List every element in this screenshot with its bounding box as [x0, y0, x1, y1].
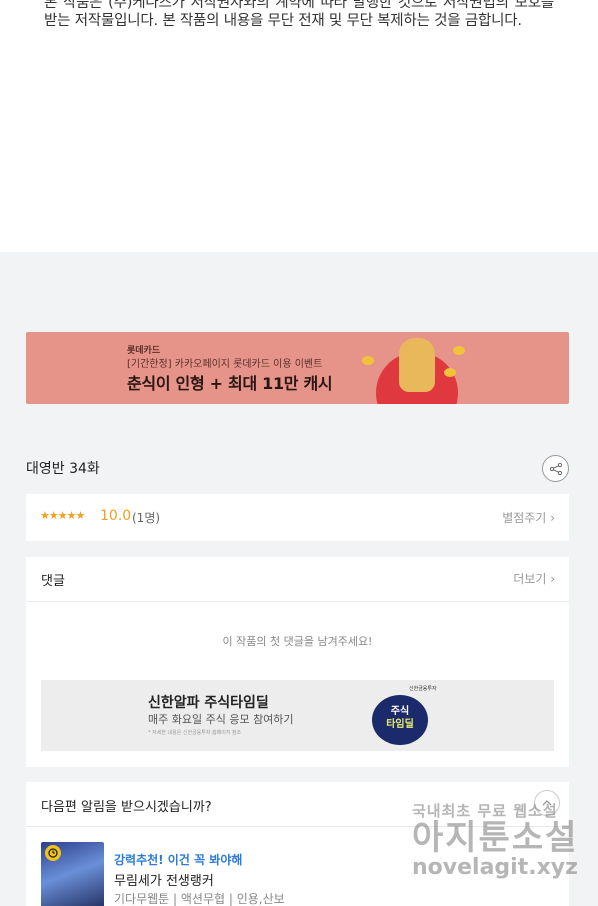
episode-title: 대영반 34화: [26, 461, 100, 477]
comments-more-button[interactable]: 더보기 ›: [513, 570, 555, 587]
ad-box-badge-line1: 주식: [390, 706, 410, 717]
ad-character-illustration: [399, 338, 435, 392]
coin-icon: [362, 356, 374, 365]
copyright-text: 본 작품은 (주)케나즈가 저작권자와의 계약에 따라 발행한 것으로 저작권법…: [44, 0, 554, 29]
next-episode-prompt: 다음편 알림을 받으시겠습니까?: [41, 800, 212, 815]
recommendation-title[interactable]: 무림세가 전생랭커: [114, 870, 214, 889]
rating-count: (1명): [132, 511, 161, 525]
lotte-card-ad-banner[interactable]: 롯데카드 [기간한정] 카카오페이지 롯데카드 이용 이벤트 춘식이 인형 + …: [26, 332, 569, 404]
ad-box-subtitle: 매주 화요일 주식 응모 참여하기: [148, 713, 294, 726]
more-label: 더보기: [513, 572, 547, 586]
next-episode-section: 다음편 알림을 받으시겠습니까? 강력추천! 이건 꼭 봐야해 무림세가 전생랭…: [26, 782, 569, 906]
comments-section: 댓글 더보기 › 이 작품의 첫 댓글을 남겨주세요! 신한알파 주식타임딜 매…: [26, 557, 569, 767]
chevron-up-icon: [542, 800, 552, 806]
chevron-right-icon: ›: [550, 511, 555, 525]
comments-title: 댓글: [41, 574, 65, 589]
rating-stars: ★★★★★: [40, 509, 85, 522]
chevron-right-icon: ›: [550, 572, 555, 586]
ad-box-badge: 주식 타임딜: [376, 705, 424, 731]
rate-label: 별점주기: [502, 511, 547, 525]
share-icon: [549, 462, 562, 475]
ad-box-title: 신한알파 주식타임딜: [148, 695, 269, 711]
rating-card: ★★★★★ 10.0 (1명) 별점주기 ›: [26, 494, 569, 541]
clock-icon: [45, 845, 61, 861]
recommendation-tag: 강력추천! 이건 꼭 봐야해: [114, 853, 243, 867]
ad-box-fine-print: * 자세한 내용은 신한금융투자 홈페이지 참조: [148, 730, 242, 736]
ad-box-badge-line2: 타임딜: [386, 719, 414, 730]
coin-icon: [453, 346, 465, 355]
divider: [26, 826, 569, 827]
ad-headline: 춘식이 인형 + 최대 11만 캐시: [127, 374, 333, 393]
divider: [26, 601, 569, 602]
copyright-notice: 본 작품은 (주)케나즈가 저작권자와의 계약에 따라 발행한 것으로 저작권법…: [0, 0, 598, 252]
coin-icon: [444, 368, 456, 377]
empty-comments-message: 이 작품의 첫 댓글을 남겨주세요!: [222, 635, 373, 648]
share-button[interactable]: [542, 455, 569, 482]
ad-box-logo-text: 신한금융투자: [409, 686, 437, 692]
scroll-top-button[interactable]: [534, 790, 560, 816]
shinhan-ad-box[interactable]: 신한알파 주식타임딜 매주 화요일 주식 응모 참여하기 * 자세한 내용은 신…: [41, 680, 554, 751]
ad-subtitle: [기간한정] 카카오페이지 롯데카드 이용 이벤트: [127, 359, 323, 370]
rate-button[interactable]: 별점주기 ›: [502, 509, 555, 526]
rating-score: 10.0: [100, 508, 132, 524]
recommendation-genre: 기다무웹툰 | 액션무협 | 인용,산보: [114, 892, 285, 906]
